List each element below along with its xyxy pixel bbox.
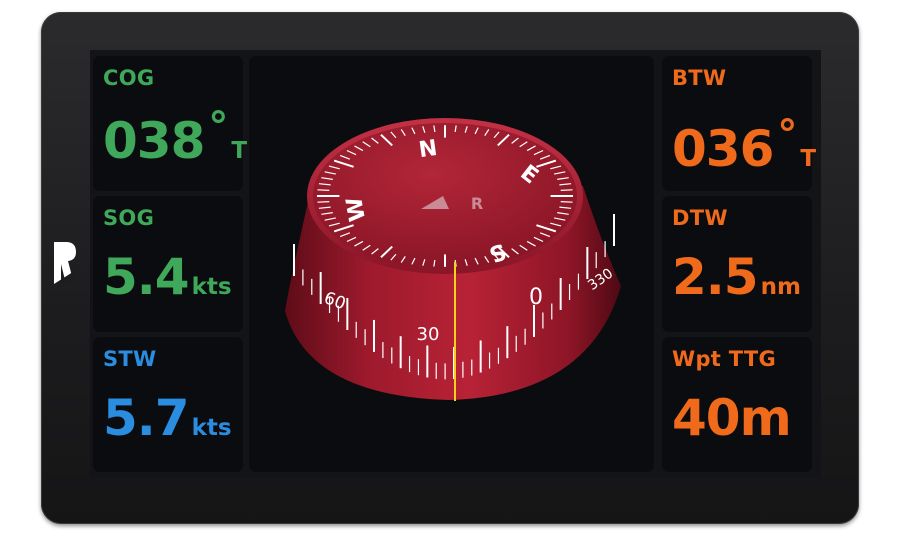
btw-number: 036 [672, 120, 774, 178]
dtw-unit: nm [760, 274, 801, 300]
sog-unit: kts [191, 274, 232, 300]
wpt-ttg-panel[interactable]: Wpt TTG 40m [662, 337, 812, 472]
brand-logo-icon [54, 242, 76, 284]
compass-tick [317, 189, 330, 192]
stw-label: STW [103, 347, 157, 371]
side-label-30: 30 [417, 324, 440, 345]
btw-unit: T [800, 146, 817, 172]
compass-dial: N E S W R 60 30 0 330 [285, 118, 621, 401]
stw-number: 5.7 [103, 389, 190, 447]
stw-panel[interactable]: STW 5.7 kts [93, 337, 243, 472]
cog-panel[interactable]: COG 038 °T [93, 56, 247, 191]
compass-label-n: N [417, 136, 439, 163]
cog-unit: T [231, 138, 248, 164]
side-label-0: 0 [529, 285, 543, 310]
dtw-number: 2.5 [672, 248, 759, 306]
cog-value: 038 °T [103, 104, 247, 170]
dtw-panel[interactable]: DTW 2.5 nm [662, 196, 812, 332]
sog-value: 5.4 kts [103, 248, 232, 306]
wpt-ttg-label: Wpt TTG [672, 347, 777, 371]
stw-value: 5.7 kts [103, 389, 232, 447]
cog-label: COG [103, 66, 155, 90]
cog-degree: ° [208, 104, 229, 150]
compass-tick [317, 200, 330, 203]
dtw-label: DTW [672, 206, 728, 230]
cog-number: 038 [103, 112, 205, 170]
btw-panel[interactable]: BTW 036 °T [662, 56, 816, 191]
dtw-value: 2.5 nm [672, 248, 801, 306]
compass-tick [560, 200, 573, 203]
dial-logo-text: R [471, 194, 483, 213]
compass-panel[interactable]: N E S W R 60 30 0 330 [249, 56, 654, 472]
wpt-ttg-value: 40m [672, 389, 794, 447]
wpt-ttg-number: 40m [672, 389, 792, 447]
sog-label: SOG [103, 206, 155, 230]
btw-degree: ° [777, 112, 798, 158]
sog-number: 5.4 [103, 248, 190, 306]
stw-unit: kts [191, 415, 232, 441]
compass-label-w: W [342, 195, 371, 223]
btw-value: 036 °T [672, 112, 816, 178]
compass-tick [560, 189, 573, 192]
btw-label: BTW [672, 66, 727, 90]
sog-panel[interactable]: SOG 5.4 kts [93, 196, 243, 332]
